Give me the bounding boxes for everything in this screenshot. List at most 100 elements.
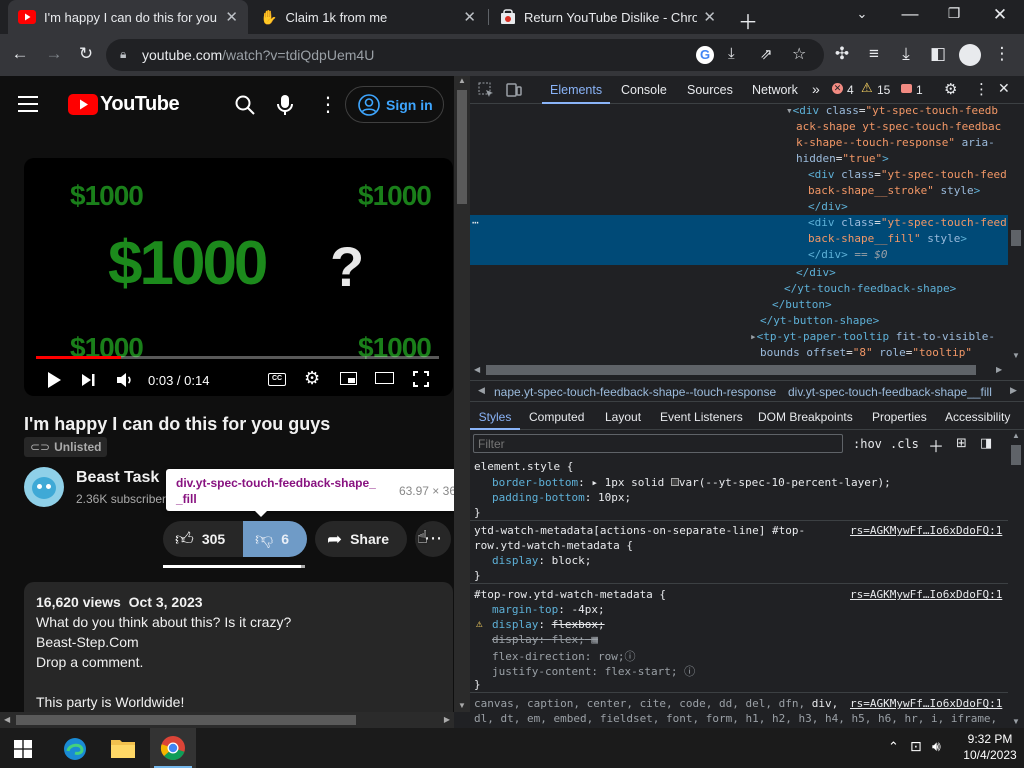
warning-icon[interactable]: ⚠ bbox=[861, 80, 873, 96]
close-tab-icon[interactable]: ✕ bbox=[225, 8, 238, 26]
tab-claim[interactable]: ✋ Claim 1k from me ✕ bbox=[250, 0, 486, 34]
more-options-icon[interactable]: ⋮ bbox=[318, 92, 338, 117]
side-panel-icon[interactable]: ◧ bbox=[926, 44, 950, 64]
chrome-menu-icon[interactable]: ⋮ bbox=[990, 44, 1014, 64]
video-player[interactable]: $1000 $1000 $1000 ? $1000 $1000 0:03 / 0… bbox=[24, 158, 453, 396]
profile-avatar[interactable] bbox=[959, 44, 981, 66]
page-horizontal-scrollbar[interactable]: ◀ ▶ bbox=[0, 712, 454, 728]
scrollbar-thumb[interactable] bbox=[457, 90, 467, 204]
window-close-icon[interactable]: ✕ bbox=[988, 5, 1012, 25]
close-tab-icon[interactable]: ✕ bbox=[703, 8, 716, 26]
breadcrumb-item[interactable]: nape.yt-spec-touch-feedback-shape--touch… bbox=[494, 385, 776, 399]
description-box[interactable]: 16,620 views Oct 3, 2023 What do you thi… bbox=[24, 582, 453, 712]
issues-icon[interactable] bbox=[901, 84, 912, 93]
media-control-icon[interactable]: ≡ bbox=[862, 44, 886, 64]
hamburger-menu-icon[interactable] bbox=[18, 96, 38, 112]
source-link[interactable]: rs=AGKMywFf…Io6xDdoFQ:1 bbox=[850, 697, 1002, 710]
microphone-icon[interactable] bbox=[276, 94, 294, 116]
tab-search-icon[interactable]: ⌄ bbox=[850, 6, 874, 22]
subtab-event-listeners[interactable]: Event Listeners bbox=[660, 410, 743, 424]
source-link[interactable]: rs=AGKMywFf…Io6xDdoFQ:1 bbox=[850, 524, 1002, 537]
new-tab-icon[interactable]: ＋ bbox=[736, 6, 760, 35]
error-icon[interactable]: ✕ bbox=[832, 83, 843, 94]
devtools-settings-icon[interactable]: ⚙ bbox=[944, 80, 957, 98]
class-toggle[interactable]: .cls bbox=[890, 437, 919, 451]
fullscreen-icon[interactable] bbox=[413, 371, 429, 387]
edge-icon[interactable] bbox=[62, 736, 88, 762]
dislike-button[interactable]: 👎︎ 6 bbox=[243, 521, 307, 557]
dom-tree-hscroll[interactable]: ◀ ▶ bbox=[470, 362, 1008, 378]
share-icon[interactable]: ⇗ bbox=[760, 45, 773, 63]
close-tab-icon[interactable]: ✕ bbox=[463, 8, 476, 26]
video-progress-bar[interactable] bbox=[36, 356, 439, 359]
channel-name[interactable]: Beast Task bbox=[76, 469, 159, 487]
network-icon[interactable]: ⊡ bbox=[910, 738, 922, 755]
clock[interactable]: 9:32 PM 10/4/2023 bbox=[958, 732, 1022, 762]
theater-mode-icon[interactable] bbox=[375, 372, 394, 384]
windows-start-icon[interactable] bbox=[14, 740, 32, 758]
back-icon[interactable]: ← bbox=[8, 44, 32, 64]
devtools-close-icon[interactable]: ✕ bbox=[998, 80, 1010, 97]
install-app-icon[interactable]: ⤓ bbox=[728, 45, 735, 62]
scrollbar-thumb[interactable] bbox=[16, 715, 356, 725]
forward-icon[interactable]: → bbox=[42, 44, 66, 64]
styles-scrollbar[interactable]: ▲ ▼ bbox=[1008, 431, 1024, 728]
chrome-taskbar-item[interactable] bbox=[150, 728, 196, 768]
reload-icon[interactable]: ↻ bbox=[74, 44, 98, 64]
captions-icon[interactable]: CC bbox=[268, 373, 286, 386]
sign-in-button[interactable]: Sign in bbox=[345, 86, 444, 123]
google-icon[interactable]: G bbox=[696, 46, 714, 64]
minimize-icon[interactable]: — bbox=[898, 4, 922, 24]
restore-icon[interactable]: ❐ bbox=[942, 5, 966, 22]
bookmark-star-icon[interactable]: ☆ bbox=[792, 44, 806, 64]
breadcrumb-right-icon[interactable]: ▶ bbox=[1010, 385, 1017, 396]
page-vertical-scrollbar[interactable]: ▲ ▼ bbox=[454, 76, 470, 712]
tab-elements[interactable]: Elements bbox=[542, 76, 611, 104]
share-button[interactable]: ➦ Share bbox=[315, 521, 407, 557]
flexbox-editor-icon[interactable]: ▦ bbox=[591, 633, 598, 646]
like-button[interactable]: 👍︎ 305 bbox=[163, 521, 243, 557]
new-style-rule-icon[interactable]: ＋ bbox=[928, 433, 944, 457]
channel-avatar[interactable] bbox=[24, 467, 64, 507]
subtab-styles[interactable]: Styles bbox=[470, 404, 520, 430]
volume-tray-icon[interactable]: 🔊︎ bbox=[932, 738, 941, 755]
hover-state-toggle[interactable]: :hov bbox=[853, 437, 882, 451]
source-link[interactable]: rs=AGKMywFf…Io6xDdoFQ:1 bbox=[850, 588, 1002, 601]
breadcrumb-item-selected[interactable]: div.yt-spec-touch-feedback-shape__fill bbox=[788, 385, 992, 399]
info-icon[interactable]: ⓘ bbox=[624, 650, 635, 663]
file-explorer-icon[interactable] bbox=[110, 737, 136, 759]
address-bar[interactable]: 🔒︎ youtube.com/watch?v=tdiQdpUem4U G ⤓ ⇗… bbox=[106, 39, 824, 71]
subtab-layout[interactable]: Layout bbox=[605, 410, 641, 424]
subtab-properties[interactable]: Properties bbox=[872, 410, 927, 424]
device-toolbar-icon[interactable] bbox=[506, 82, 522, 98]
breadcrumb-left-icon[interactable]: ◀ bbox=[478, 385, 485, 396]
tab-return-dislike[interactable]: Return YouTube Dislike - Chrom ✕ bbox=[490, 0, 726, 34]
styles-filter-input[interactable] bbox=[473, 434, 843, 453]
tab-sources[interactable]: Sources bbox=[687, 83, 733, 97]
youtube-logo[interactable]: YouTube bbox=[68, 93, 180, 116]
settings-icon[interactable]: ⚙ bbox=[304, 368, 320, 389]
next-icon[interactable] bbox=[80, 372, 96, 388]
download-icon[interactable]: ⤓ bbox=[894, 44, 918, 64]
devtools-menu-icon[interactable]: ⋮ bbox=[974, 80, 989, 98]
style-rules[interactable]: element.style { border-bottom: ▸ 1px sol… bbox=[470, 458, 1008, 728]
tab-console[interactable]: Console bbox=[621, 83, 667, 97]
dom-tree-scrollbar[interactable]: ▼ bbox=[1008, 104, 1024, 362]
subtab-accessibility[interactable]: Accessibility bbox=[945, 410, 1010, 424]
extensions-icon[interactable]: ✣ bbox=[830, 44, 854, 64]
subtab-dom-breakpoints[interactable]: DOM Breakpoints bbox=[758, 410, 853, 424]
description-link[interactable]: Beast-Step.Com bbox=[36, 634, 139, 650]
more-tabs-icon[interactable]: » bbox=[812, 81, 820, 97]
inspect-element-icon[interactable] bbox=[478, 82, 494, 98]
volume-icon[interactable] bbox=[116, 372, 134, 388]
dom-tree[interactable]: ▾<div class="yt-spec-touch-feedb ack-sha… bbox=[470, 104, 1008, 362]
play-icon[interactable] bbox=[46, 371, 62, 389]
miniplayer-icon[interactable] bbox=[340, 372, 357, 385]
search-icon[interactable] bbox=[234, 94, 256, 116]
tab-youtube-video[interactable]: I'm happy I can do this for you guys ✕ bbox=[8, 0, 248, 34]
info-icon[interactable]: ⓘ bbox=[684, 665, 695, 678]
element-state-icon[interactable]: ⊞ bbox=[956, 435, 967, 451]
show-hidden-icons-icon[interactable]: ⌃ bbox=[888, 739, 899, 755]
tab-network[interactable]: Network bbox=[752, 83, 798, 97]
subtab-computed[interactable]: Computed bbox=[529, 410, 584, 424]
